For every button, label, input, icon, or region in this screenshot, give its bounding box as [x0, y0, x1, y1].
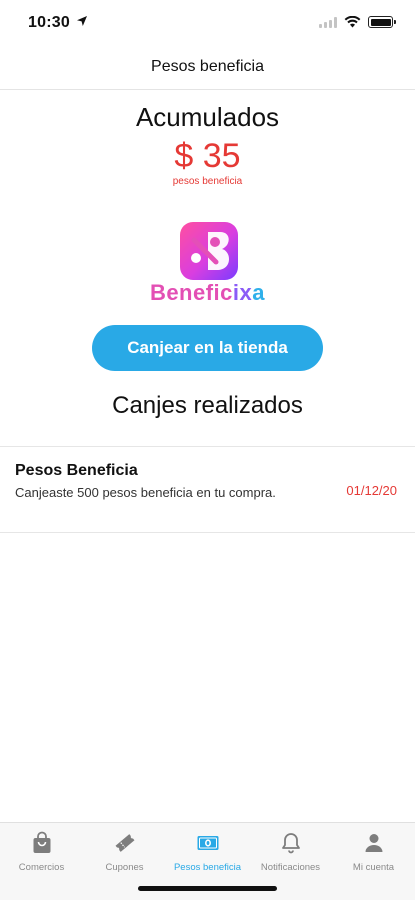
- list-item-date: 01/12/20: [346, 483, 397, 498]
- cellular-signal-icon: [319, 16, 337, 28]
- redemptions-section-title: Canjes realizados: [112, 392, 303, 419]
- user-icon: [365, 834, 382, 852]
- redeem-in-store-button[interactable]: Canjear en la tienda: [92, 325, 323, 371]
- banknote-icon: [197, 836, 218, 850]
- list-item-title: Pesos Beneficia: [15, 462, 138, 479]
- status-indicators: [319, 15, 396, 29]
- tab-label: Cupones: [105, 862, 144, 873]
- home-indicator: [138, 886, 277, 891]
- tab-mi-cuenta[interactable]: Mi cuenta: [332, 829, 415, 879]
- list-item-description: Canjeaste 500 pesos beneficia en tu comp…: [15, 485, 276, 500]
- tab-label: Notificaciones: [260, 862, 321, 873]
- status-bar: 10:30: [0, 0, 415, 44]
- list-item[interactable]: Pesos Beneficia Canjeaste 500 pesos bene…: [0, 447, 415, 532]
- navigation-bar: Pesos beneficia: [0, 44, 415, 90]
- page-title: Pesos beneficia: [151, 57, 264, 75]
- tab-cupones[interactable]: Cupones: [83, 829, 166, 879]
- wifi-icon: [344, 16, 361, 28]
- tab-label: Pesos beneficia: [173, 862, 242, 873]
- beneficia-logo: Beneficixa: [0, 222, 415, 308]
- beneficia-logo-icon: [180, 222, 238, 280]
- ticket-icon: [115, 834, 134, 852]
- tab-label: Comercios: [18, 862, 65, 873]
- balance-summary: Acumulados $ 35 pesos beneficia: [0, 100, 415, 187]
- balance-amount: $ 35: [174, 137, 241, 175]
- shopping-bag-icon: [33, 831, 50, 853]
- tab-notificaciones[interactable]: Notificaciones: [249, 829, 332, 879]
- bell-icon: [281, 833, 300, 854]
- balance-unit: pesos beneficia: [172, 176, 243, 187]
- tab-pesos-beneficia[interactable]: Pesos beneficia: [166, 829, 249, 879]
- beneficia-logo-text: Beneficixa: [149, 280, 266, 305]
- battery-icon: [368, 16, 396, 28]
- status-time: 10:30: [28, 14, 70, 31]
- balance-label: Acumulados: [135, 102, 280, 132]
- redemption-list: Pesos Beneficia Canjeaste 500 pesos bene…: [0, 446, 415, 533]
- tab-comercios[interactable]: Comercios: [0, 829, 83, 879]
- location-arrow-icon: [77, 16, 87, 26]
- tab-label: Mi cuenta: [352, 862, 395, 873]
